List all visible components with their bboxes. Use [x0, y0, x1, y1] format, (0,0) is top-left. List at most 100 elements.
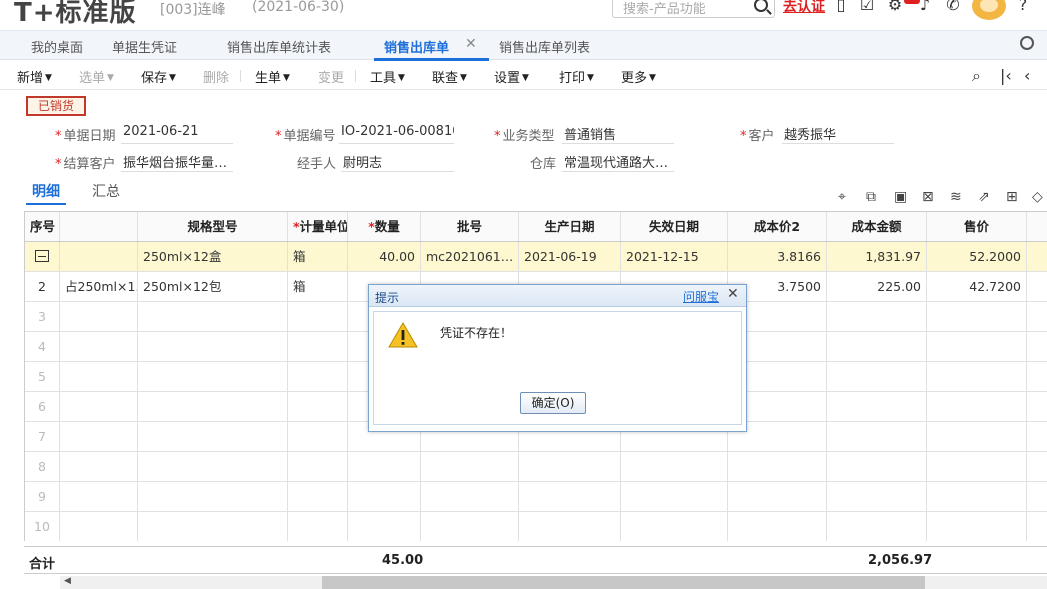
- empty-cell[interactable]: [927, 452, 1027, 481]
- biz-type-field[interactable]: 普通销售: [562, 124, 674, 144]
- tab-outbound-stats[interactable]: 销售出库单统计表: [227, 37, 331, 56]
- empty-cell[interactable]: [288, 302, 348, 331]
- phone-icon[interactable]: ✆: [944, 0, 962, 14]
- empty-cell[interactable]: [288, 512, 348, 541]
- tab-outbound-doc[interactable]: 销售出库单: [384, 37, 449, 56]
- empty-cell[interactable]: [288, 332, 348, 361]
- doc-no-field[interactable]: IO-2021-06-008105: [339, 124, 454, 144]
- generate-button[interactable]: 生单 ▼: [255, 67, 290, 86]
- empty-cell[interactable]: [621, 452, 728, 481]
- search-input[interactable]: 搜索-产品功能: [612, 0, 775, 18]
- empty-cell[interactable]: [138, 482, 288, 511]
- scroll-left-icon[interactable]: ◀: [64, 576, 71, 586]
- tab-search-icon[interactable]: [1020, 36, 1034, 50]
- empty-cell[interactable]: [421, 452, 519, 481]
- print-button[interactable]: 打印 ▼: [559, 67, 594, 86]
- empty-cell[interactable]: [827, 392, 927, 421]
- empty-cell[interactable]: [827, 452, 927, 481]
- empty-cell[interactable]: [519, 482, 621, 511]
- select-button[interactable]: 选单 ▼: [79, 67, 114, 86]
- empty-cell[interactable]: [927, 422, 1027, 451]
- cell-cost-price[interactable]: 3.8166: [728, 242, 827, 271]
- cell-prod-date[interactable]: 2021-06-19: [519, 242, 621, 271]
- cell-name[interactable]: [60, 242, 138, 271]
- more-button[interactable]: 更多 ▼: [621, 67, 656, 86]
- empty-cell[interactable]: [348, 512, 421, 541]
- document-icon[interactable]: ▯: [832, 0, 850, 14]
- empty-cell[interactable]: [288, 452, 348, 481]
- warehouse-field[interactable]: 常温现代通路大…: [562, 152, 674, 172]
- copy-icon[interactable]: ⧉: [866, 189, 876, 205]
- format-icon[interactable]: ≋: [950, 189, 962, 205]
- checklist-icon[interactable]: ☑: [858, 0, 876, 14]
- delete-row-icon[interactable]: ⊠: [922, 189, 934, 205]
- empty-cell[interactable]: [60, 482, 138, 511]
- paste-icon[interactable]: ▣: [894, 189, 907, 205]
- export-icon[interactable]: ⇗: [978, 189, 990, 205]
- empty-cell[interactable]: [60, 452, 138, 481]
- settings-button[interactable]: 设置 ▼: [494, 67, 529, 86]
- cell-batch[interactable]: mc2021061…: [421, 242, 519, 271]
- table-row[interactable]: 250ml×12盒 箱 40.00 mc2021061… 2021-06-19 …: [25, 242, 1047, 272]
- link-query-button[interactable]: 联查 ▼: [432, 67, 467, 86]
- cell-spec[interactable]: 250ml×12盒: [138, 242, 288, 271]
- empty-cell[interactable]: [827, 302, 927, 331]
- empty-cell[interactable]: [827, 332, 927, 361]
- empty-cell[interactable]: [288, 362, 348, 391]
- scrollbar-thumb[interactable]: [322, 576, 925, 589]
- save-button[interactable]: 保存 ▼: [141, 67, 176, 86]
- cell-unit[interactable]: 箱: [288, 272, 348, 301]
- empty-cell[interactable]: [138, 362, 288, 391]
- doc-date-field[interactable]: 2021-06-21: [121, 124, 233, 144]
- cell-cost-amount[interactable]: 1,831.97: [827, 242, 927, 271]
- tag-icon[interactable]: ◇: [1032, 189, 1043, 205]
- table-row[interactable]: 8: [25, 452, 1047, 482]
- empty-cell[interactable]: [827, 422, 927, 451]
- location-icon[interactable]: ⌖: [838, 189, 846, 205]
- row-handle[interactable]: [25, 242, 60, 271]
- previous-record-icon[interactable]: ‹: [1024, 66, 1030, 85]
- cell-qty[interactable]: 40.00: [348, 242, 421, 271]
- empty-cell[interactable]: [519, 512, 621, 541]
- cell-price[interactable]: 52.2000: [927, 242, 1027, 271]
- settle-customer-field[interactable]: 振华烟台振华量…: [121, 152, 233, 172]
- empty-cell[interactable]: [60, 362, 138, 391]
- empty-cell[interactable]: [927, 302, 1027, 331]
- cell-unit[interactable]: 箱: [288, 242, 348, 271]
- empty-cell[interactable]: [728, 452, 827, 481]
- tab-summary[interactable]: 汇总: [92, 181, 120, 201]
- empty-cell[interactable]: [138, 302, 288, 331]
- help-link[interactable]: 问服宝: [683, 288, 719, 305]
- close-icon[interactable]: ✕: [465, 36, 477, 52]
- cell-spec[interactable]: 250ml×12包: [138, 272, 288, 301]
- cell-cost-amount[interactable]: 225.00: [827, 272, 927, 301]
- layout-icon[interactable]: ⊞: [1006, 189, 1018, 205]
- empty-cell[interactable]: [60, 422, 138, 451]
- tab-outbound-list[interactable]: 销售出库单列表: [499, 37, 590, 56]
- empty-cell[interactable]: [421, 512, 519, 541]
- empty-cell[interactable]: [288, 482, 348, 511]
- tab-detail[interactable]: 明细: [32, 181, 60, 201]
- first-record-icon[interactable]: |‹: [1000, 66, 1012, 85]
- table-row[interactable]: 10: [25, 512, 1047, 541]
- cell-price[interactable]: 42.7200: [927, 272, 1027, 301]
- empty-cell[interactable]: [138, 422, 288, 451]
- search-icon[interactable]: [754, 0, 768, 12]
- handler-field[interactable]: 尉明志: [341, 152, 454, 172]
- change-button[interactable]: 变更: [318, 67, 344, 86]
- help-icon[interactable]: ?: [1014, 0, 1032, 14]
- delete-button[interactable]: 删除: [203, 67, 229, 86]
- avatar[interactable]: [972, 0, 1006, 20]
- empty-cell[interactable]: [827, 482, 927, 511]
- empty-cell[interactable]: [621, 482, 728, 511]
- empty-cell[interactable]: [348, 452, 421, 481]
- empty-cell[interactable]: [60, 512, 138, 541]
- empty-cell[interactable]: [60, 332, 138, 361]
- gear-icon[interactable]: ⚙: [886, 0, 904, 14]
- empty-cell[interactable]: [827, 362, 927, 391]
- new-button[interactable]: 新增 ▼: [17, 67, 52, 86]
- empty-cell[interactable]: [927, 512, 1027, 541]
- empty-cell[interactable]: [288, 392, 348, 421]
- empty-cell[interactable]: [728, 512, 827, 541]
- tab-desktop[interactable]: 我的桌面: [31, 37, 83, 56]
